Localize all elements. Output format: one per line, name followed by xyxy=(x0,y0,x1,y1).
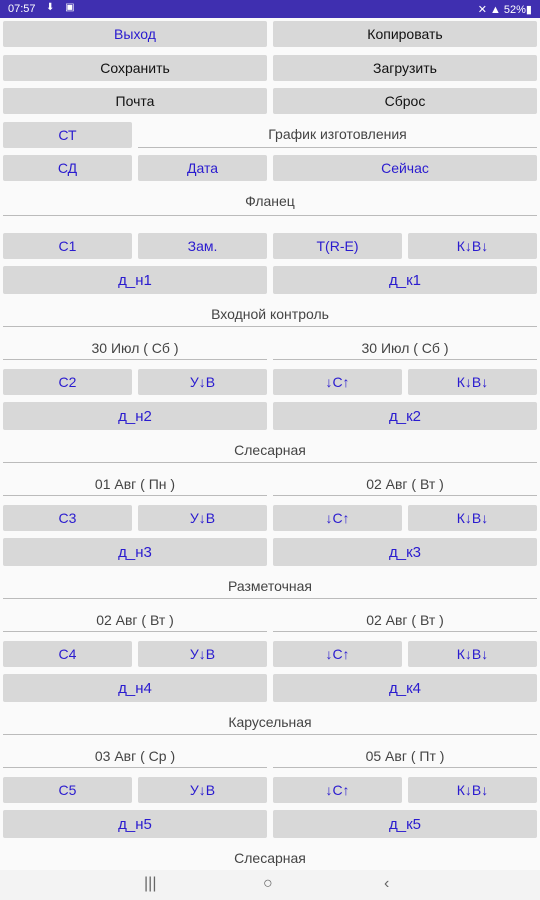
now-button[interactable]: Сейчас xyxy=(273,155,537,181)
stage5-dn-button[interactable]: д_н5 xyxy=(3,810,267,838)
stage2-c-button[interactable]: С2 xyxy=(3,369,132,395)
stage4-date-start[interactable]: 03 Авг ( Ср ) xyxy=(3,744,267,768)
stage1-date-start[interactable]: 30 Июл ( Сб ) xyxy=(3,336,267,360)
date-button[interactable]: Дата xyxy=(138,155,267,181)
stage1-c-button[interactable]: С1 xyxy=(3,233,132,259)
stage1-kv-button[interactable]: К↓В↓ xyxy=(408,233,537,259)
status-time: 07:57 xyxy=(8,3,36,15)
stage1-date-end[interactable]: 30 Июл ( Сб ) xyxy=(273,336,537,360)
sd-button[interactable]: СД xyxy=(3,155,132,181)
status-bar: 07:57 ⬇ ▣ ✕ ▲ 52%▮ xyxy=(0,0,540,18)
notification-icons: ⬇ ▣ xyxy=(46,2,79,13)
stage5-kv-button[interactable]: К↓В↓ xyxy=(408,777,537,803)
exit-button[interactable]: Выход xyxy=(3,21,267,47)
stage3-date-end[interactable]: 02 Авг ( Вт ) xyxy=(273,608,537,632)
save-button[interactable]: Сохранить xyxy=(3,55,267,81)
stage1-zam-button[interactable]: Зам. xyxy=(138,233,267,259)
system-nav-bar: ||| ○ ‹ xyxy=(0,870,540,900)
stage4-dn-button[interactable]: д_н4 xyxy=(3,674,267,702)
divider xyxy=(3,598,537,599)
stage2-c-arrows-button[interactable]: ↓С↑ xyxy=(273,369,402,395)
stage5-c-arrows-button[interactable]: ↓С↑ xyxy=(273,777,402,803)
stage4-dk-button[interactable]: д_к4 xyxy=(273,674,537,702)
stage5-title: Слесарная xyxy=(234,850,306,866)
stage3-title: Разметочная xyxy=(228,578,312,594)
stage2-uv-button[interactable]: У↓В xyxy=(138,369,267,395)
stage5-uv-button[interactable]: У↓В xyxy=(138,777,267,803)
stage4-c-button[interactable]: С4 xyxy=(3,641,132,667)
stage3-dk-button[interactable]: д_к3 xyxy=(273,538,537,566)
stage1-t-button[interactable]: Т(R-E) xyxy=(273,233,402,259)
reset-button[interactable]: Сброс xyxy=(273,88,537,114)
stage2-date-end[interactable]: 02 Авг ( Вт ) xyxy=(273,472,537,496)
stage2-kv-button[interactable]: К↓В↓ xyxy=(408,369,537,395)
status-right-icons: ✕ ▲ 52%▮ xyxy=(477,4,532,16)
stage2-title: Слесарная xyxy=(234,442,306,458)
st-button[interactable]: СТ xyxy=(3,122,132,148)
stage2-date-start[interactable]: 01 Авг ( Пн ) xyxy=(3,472,267,496)
recents-icon[interactable]: ||| xyxy=(144,875,156,893)
divider xyxy=(3,215,537,216)
mail-button[interactable]: Почта xyxy=(3,88,267,114)
stage4-title: Карусельная xyxy=(228,714,312,730)
back-icon[interactable]: ‹ xyxy=(384,875,389,893)
stage3-kv-button[interactable]: К↓В↓ xyxy=(408,505,537,531)
copy-button[interactable]: Копировать xyxy=(273,21,537,47)
stage5-dk-button[interactable]: д_к5 xyxy=(273,810,537,838)
stage3-date-start[interactable]: 02 Авг ( Вт ) xyxy=(3,608,267,632)
stage4-kv-button[interactable]: К↓В↓ xyxy=(408,641,537,667)
stage4-c-arrows-button[interactable]: ↓С↑ xyxy=(273,641,402,667)
stage3-dn-button[interactable]: д_н3 xyxy=(3,538,267,566)
stage4-uv-button[interactable]: У↓В xyxy=(138,641,267,667)
load-button[interactable]: Загрузить xyxy=(273,55,537,81)
divider xyxy=(3,326,537,327)
divider xyxy=(3,734,537,735)
stage4-date-end[interactable]: 05 Авг ( Пт ) xyxy=(273,744,537,768)
stage5-c-button[interactable]: С5 xyxy=(3,777,132,803)
schedule-title: График изготовления xyxy=(138,120,537,148)
stage2-dn-button[interactable]: д_н2 xyxy=(3,402,267,430)
home-icon[interactable]: ○ xyxy=(263,875,273,893)
divider xyxy=(3,462,537,463)
stage2-dk-button[interactable]: д_к2 xyxy=(273,402,537,430)
stage3-c-arrows-button[interactable]: ↓С↑ xyxy=(273,505,402,531)
product-name: Фланец xyxy=(245,193,295,209)
stage1-title: Входной контроль xyxy=(211,306,329,322)
stage1-dk-button[interactable]: д_к1 xyxy=(273,266,537,294)
stage3-c-button[interactable]: С3 xyxy=(3,505,132,531)
stage1-dn-button[interactable]: д_н1 xyxy=(3,266,267,294)
stage3-uv-button[interactable]: У↓В xyxy=(138,505,267,531)
